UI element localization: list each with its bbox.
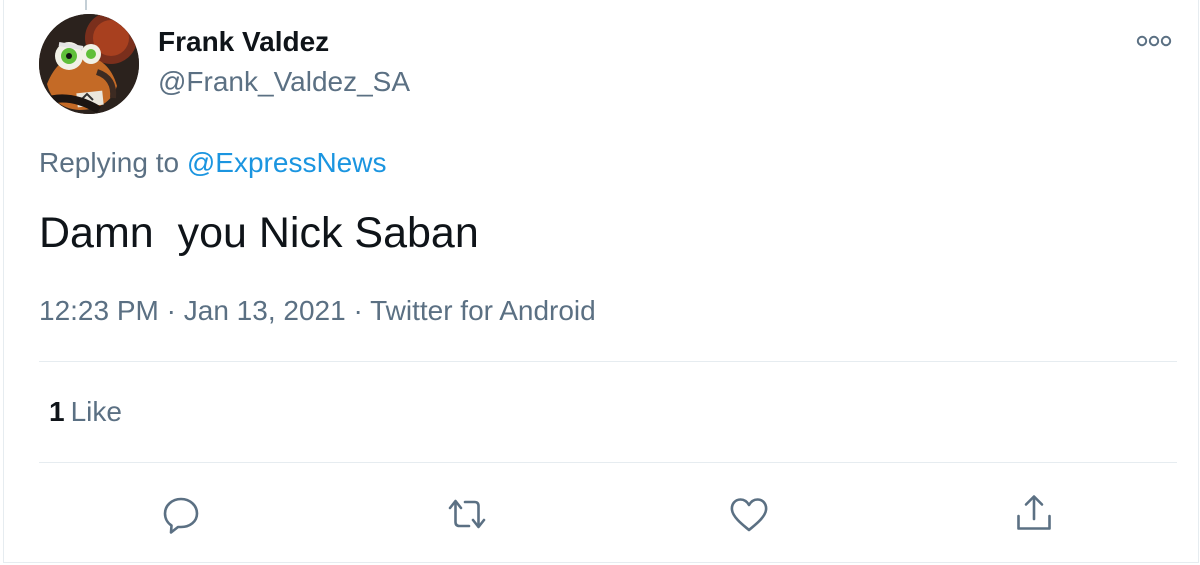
avatar-image (39, 14, 139, 114)
meta-separator: · (166, 295, 176, 326)
more-horizontal-icon (1136, 35, 1172, 47)
meta-separator: · (353, 295, 363, 326)
author-name[interactable]: Frank Valdez (158, 26, 329, 58)
tweet-source-link[interactable]: Twitter for Android (370, 295, 596, 326)
heart-icon (730, 498, 768, 532)
divider (39, 361, 1177, 362)
author-handle[interactable]: @Frank_Valdez_SA (158, 66, 410, 98)
share-button[interactable] (1006, 486, 1062, 542)
retweet-button[interactable] (439, 486, 495, 542)
replying-to-mention-link[interactable]: @ExpressNews (187, 147, 387, 178)
tweet-date[interactable]: Jan 13, 2021 (184, 295, 346, 326)
like-button[interactable] (721, 486, 777, 542)
divider (39, 462, 1177, 463)
reply-button[interactable] (153, 486, 209, 542)
tweet-time[interactable]: 12:23 PM (39, 295, 159, 326)
share-icon (1017, 495, 1051, 530)
retweet-icon (448, 499, 486, 529)
avatar[interactable] (39, 14, 139, 114)
likes-count: 1 (49, 396, 65, 427)
reply-icon (163, 497, 199, 534)
likes-label: Like (70, 396, 122, 427)
replying-to-label: Replying to (39, 147, 180, 178)
tweet-card: Frank Valdez @Frank_Valdez_SA Replying t… (3, 0, 1199, 563)
replying-to-line: Replying to @ExpressNews (39, 147, 386, 179)
tweet-metadata: 12:23 PM · Jan 13, 2021 · Twitter for An… (39, 295, 596, 327)
more-options-button[interactable] (1132, 24, 1176, 58)
tweet-text: Damn you Nick Saban (39, 209, 479, 257)
thread-connector-line (85, 0, 87, 10)
likes-stat-link[interactable]: 1 Like (49, 396, 122, 428)
